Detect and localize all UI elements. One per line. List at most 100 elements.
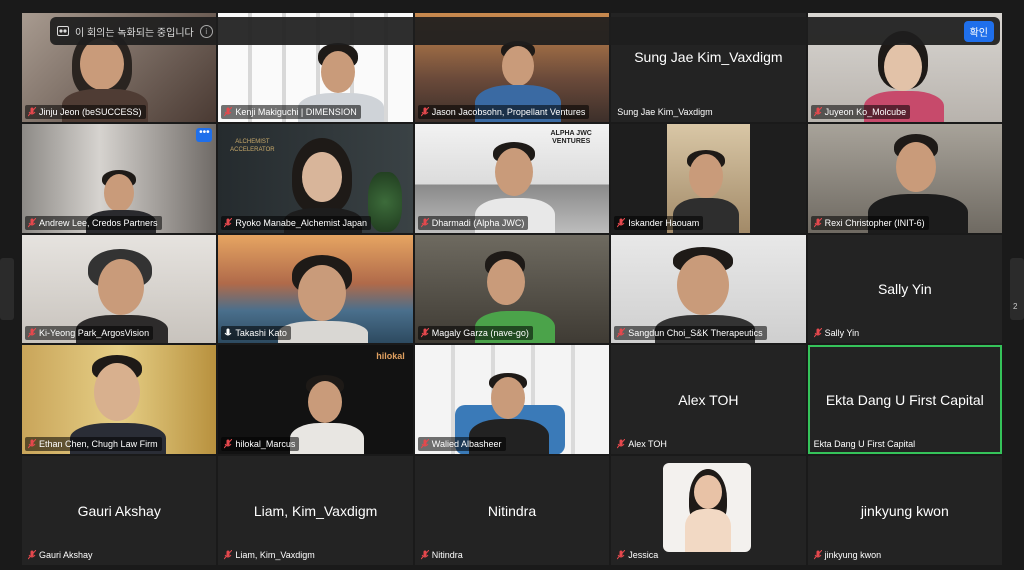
- participant-display-name: Sung Jae Kim_Vaxdigm: [634, 48, 783, 65]
- participant-tile-active-speaker[interactable]: Ekta Dang U First Capital Ekta Dang U Fi…: [807, 345, 1002, 455]
- gallery-grid: Jinju Jeon (beSUCCESS) Kenji Makiguchi |…: [22, 13, 1002, 565]
- mic-muted-icon: [420, 217, 429, 227]
- mic-muted-icon: [28, 328, 36, 338]
- mic-muted-icon: [813, 217, 822, 227]
- participant-tile[interactable]: Sangdun Choi_S&K Therapeutics: [611, 234, 806, 344]
- name-label: Jinju Jeon (beSUCCESS): [25, 104, 146, 119]
- person-head: [883, 43, 922, 91]
- name-label: Kenji Makiguchi | DIMENSION: [221, 104, 361, 119]
- mic-muted-icon: [224, 217, 233, 227]
- mic-muted-icon: [420, 550, 429, 560]
- name-label: Takashi Kato: [221, 326, 291, 341]
- confirm-button[interactable]: 확인: [963, 20, 994, 42]
- mic-muted-icon: [617, 328, 626, 338]
- profile-photo: [663, 463, 751, 552]
- participant-tile[interactable]: jinkyung kwon jinkyung kwon: [807, 456, 1002, 565]
- person-head: [104, 173, 134, 212]
- plant-decoration: [368, 171, 403, 232]
- participant-tile[interactable]: Takashi Kato: [218, 234, 413, 344]
- name-label: Gauri Akshay: [25, 548, 97, 562]
- person-head: [302, 151, 343, 202]
- person-head: [490, 377, 525, 420]
- person-head: [486, 258, 525, 305]
- name-label: Andrew Lee, Credos Partners: [25, 215, 162, 230]
- person-head: [298, 264, 347, 321]
- previous-page-button[interactable]: [0, 258, 14, 320]
- person-body: [685, 509, 731, 552]
- more-options-button[interactable]: •••: [196, 127, 213, 142]
- participant-tile[interactable]: Walied Albasheer: [414, 345, 610, 455]
- name-label: hilokal_Marcus: [221, 437, 300, 452]
- recording-banner: 이 회의는 녹화되는 중입니다 i 확인: [50, 17, 1000, 45]
- name-label: Ethan Chen, Chugh Law Firm: [25, 437, 162, 452]
- name-label: Sally Yin: [811, 326, 864, 340]
- mic-muted-icon: [813, 550, 822, 560]
- name-label: Liam, Kim_Vaxdigm: [221, 548, 318, 562]
- person-head: [494, 147, 533, 196]
- name-label: Sangdun Choi_S&K Therapeutics: [614, 326, 767, 341]
- name-label: Jessica: [614, 548, 662, 562]
- mic-muted-icon: [813, 328, 822, 338]
- participant-tile[interactable]: Gauri Akshay Gauri Akshay: [22, 456, 217, 565]
- participant-tile[interactable]: Sally Yin Sally Yin: [807, 234, 1002, 344]
- mic-muted-icon: [420, 328, 429, 338]
- mic-muted-icon: [420, 439, 429, 449]
- participant-tile[interactable]: Rexi Christopher (INIT-6): [807, 123, 1002, 233]
- background-logo-text: ALPHA JWC VENTURES: [550, 129, 592, 145]
- person-head: [94, 363, 140, 422]
- mic-muted-icon: [617, 439, 626, 449]
- person-head: [501, 46, 534, 86]
- name-label: Jason Jacobsohn, Propellant Ventures: [417, 104, 590, 119]
- name-label: Magaly Garza (nave-go): [417, 326, 533, 341]
- person-head: [895, 141, 936, 192]
- next-page-button[interactable]: 2: [1010, 258, 1024, 320]
- background-logo-text: hilokal: [376, 351, 405, 362]
- mic-muted-icon: [224, 439, 233, 449]
- name-label: Juyeon Ko_Molcube: [810, 104, 911, 119]
- person-head: [308, 381, 343, 424]
- participant-tile[interactable]: ••• Andrew Lee, Credos Partners: [22, 123, 217, 233]
- name-label: Iskander Haouam: [614, 215, 704, 230]
- mic-muted-icon: [28, 217, 36, 227]
- mic-muted-icon: [28, 106, 36, 117]
- participant-tile[interactable]: ALCHEMIST ACCELERATOR Ryoko Manabe_Alche…: [218, 123, 413, 233]
- participant-tile[interactable]: ALPHA JWC VENTURES Dharmadi (Alpha JWC): [414, 123, 610, 233]
- mic-muted-icon: [28, 550, 36, 560]
- mic-muted-icon: [224, 106, 233, 117]
- participant-tile[interactable]: Ethan Chen, Chugh Law Firm: [22, 345, 217, 455]
- name-label: Ki-Yeong Park_ArgosVision: [25, 326, 154, 341]
- participant-tile[interactable]: Liam, Kim_Vaxdigm Liam, Kim_Vaxdigm: [218, 456, 413, 565]
- participant-tile[interactable]: Alex TOH Alex TOH: [611, 345, 806, 455]
- participant-display-name: Sally Yin: [877, 280, 932, 297]
- recording-icon: [57, 26, 69, 36]
- name-label: Walied Albasheer: [417, 437, 506, 452]
- participant-display-name: Alex TOH: [678, 391, 739, 408]
- recording-message: 이 회의는 녹화되는 중입니다: [75, 27, 194, 39]
- participant-display-name: jinkyung kwon: [860, 502, 949, 519]
- info-icon[interactable]: i: [199, 24, 213, 38]
- participant-display-name: Nitindra: [487, 502, 537, 519]
- background-logo-text: ALCHEMIST ACCELERATOR: [230, 138, 275, 153]
- person-head: [98, 258, 144, 315]
- mic-muted-icon: [420, 106, 429, 117]
- name-label: Ryoko Manabe_Alchemist Japan: [221, 215, 371, 230]
- mic-muted-icon: [617, 217, 626, 227]
- participant-display-name: Ekta Dang U First Capital: [825, 391, 984, 408]
- mic-muted-icon: [617, 550, 626, 560]
- name-label: Rexi Christopher (INIT-6): [810, 215, 929, 230]
- name-label: Sung Jae Kim_Vaxdigm: [617, 106, 713, 117]
- participant-tile[interactable]: Magaly Garza (nave-go): [414, 234, 610, 344]
- page-indicator: 2: [1013, 302, 1018, 311]
- mic-muted-icon: [224, 550, 233, 560]
- participant-tile[interactable]: Nitindra Nitindra: [414, 456, 610, 565]
- name-label: Nitindra: [418, 548, 467, 562]
- participant-tile[interactable]: hilokal hilokal_Marcus: [218, 345, 413, 455]
- name-label: jinkyung kwon: [811, 548, 886, 562]
- person-head: [80, 38, 124, 90]
- participant-display-name: Liam, Kim_Vaxdigm: [253, 502, 378, 519]
- participant-tile[interactable]: Ki-Yeong Park_ArgosVision: [22, 234, 217, 344]
- mic-icon: [224, 328, 232, 336]
- participant-tile[interactable]: Iskander Haouam: [611, 123, 806, 233]
- name-label: Dharmadi (Alpha JWC): [417, 215, 529, 230]
- person-head: [689, 153, 724, 198]
